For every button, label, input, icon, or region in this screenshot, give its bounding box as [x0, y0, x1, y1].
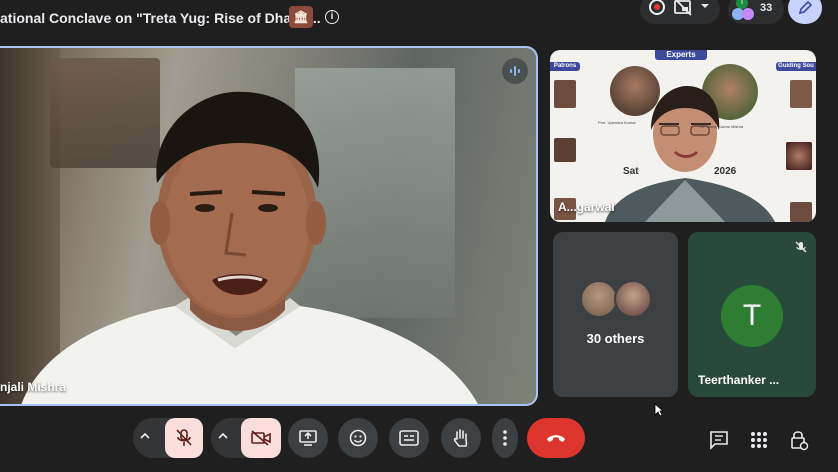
info-icon[interactable]: i [325, 10, 339, 24]
avatar: T [721, 285, 783, 347]
chevron-up-icon[interactable] [139, 430, 151, 442]
camera-toggle-button[interactable] [241, 418, 281, 458]
patrons-banner: Patrons [550, 62, 580, 71]
leave-call-button[interactable] [527, 418, 585, 458]
more-icon [503, 430, 507, 446]
speaking-indicator-icon [502, 58, 528, 84]
date-fragment: Sat [623, 166, 639, 177]
activities-icon [751, 432, 767, 448]
main-participant-name: njali Mishra [0, 380, 67, 394]
chat-icon [710, 431, 728, 450]
camera-control [211, 418, 281, 458]
pen-icon [798, 0, 813, 15]
teerthanker-tile[interactable]: T Teerthanker ... [688, 232, 816, 397]
mouse-cursor-icon [654, 403, 664, 417]
top-bar: ational Conclave on "Treta Yug: Rise of … [0, 0, 838, 40]
presenter-video [605, 86, 775, 222]
others-tile[interactable]: 30 others [553, 232, 678, 397]
host-controls-icon [791, 431, 809, 451]
mic-toggle-button[interactable] [165, 418, 203, 458]
camera-off-icon [251, 430, 271, 446]
meeting-title: ational Conclave on "Treta Yug: Rise of … [0, 10, 321, 26]
guide-photo [786, 142, 812, 170]
avatar [614, 280, 652, 318]
recording-pip-group [640, 0, 720, 24]
year-fragment: 2026 [714, 166, 737, 177]
others-count-label: 30 others [586, 331, 645, 346]
reactions-button[interactable] [338, 418, 378, 458]
emoji-icon [349, 429, 367, 447]
edit-button[interactable] [788, 0, 822, 24]
participant-name: Teerthanker ... [698, 373, 780, 387]
chevron-up-icon[interactable] [217, 430, 229, 442]
pip-off-icon[interactable] [673, 0, 693, 16]
raise-hand-button[interactable] [441, 418, 481, 458]
participant-avatar [742, 8, 754, 20]
experts-banner: Experts [655, 50, 707, 60]
hangup-icon [547, 435, 565, 442]
captions-icon [399, 430, 419, 446]
avatar [580, 280, 618, 318]
mic-off-icon [795, 241, 807, 253]
more-options-button[interactable] [492, 418, 518, 458]
present-icon [299, 430, 317, 446]
guide-photo [790, 80, 812, 108]
institution-logo-icon: 🏛 [289, 6, 313, 28]
chevron-down-icon[interactable] [700, 2, 710, 10]
bottom-toolbar [0, 416, 838, 460]
main-video-tile[interactable]: njali Mishra [0, 46, 538, 406]
mic-off-icon [176, 429, 192, 446]
experts-tile-name: A...garwal [558, 200, 615, 214]
participants-button[interactable]: T 33 [728, 0, 784, 24]
mic-control [133, 418, 203, 458]
expert-caption: Prof. Upendra Kumar [598, 120, 636, 125]
raise-hand-icon [453, 429, 468, 447]
participant-count: 33 [760, 2, 773, 14]
expert-caption: Dr. Manoj Kumar Mishra [700, 124, 744, 129]
guide-photo [790, 202, 812, 222]
others-avatar-stack [580, 280, 654, 320]
chat-button[interactable] [707, 428, 731, 452]
guiding-banner: Guiding Sou [776, 62, 816, 71]
top-right-controls: T 33 [640, 0, 838, 24]
patron-photo [554, 138, 576, 162]
present-button[interactable] [288, 418, 328, 458]
host-controls-button[interactable] [787, 428, 811, 452]
speaker-video [21, 91, 478, 404]
experts-video-tile[interactable]: Experts Patrons Guiding Sou Prof. Upendr… [550, 50, 816, 222]
captions-button[interactable] [389, 418, 429, 458]
patron-photo [554, 80, 576, 108]
recording-icon[interactable] [649, 0, 665, 15]
activities-button[interactable] [747, 428, 771, 452]
